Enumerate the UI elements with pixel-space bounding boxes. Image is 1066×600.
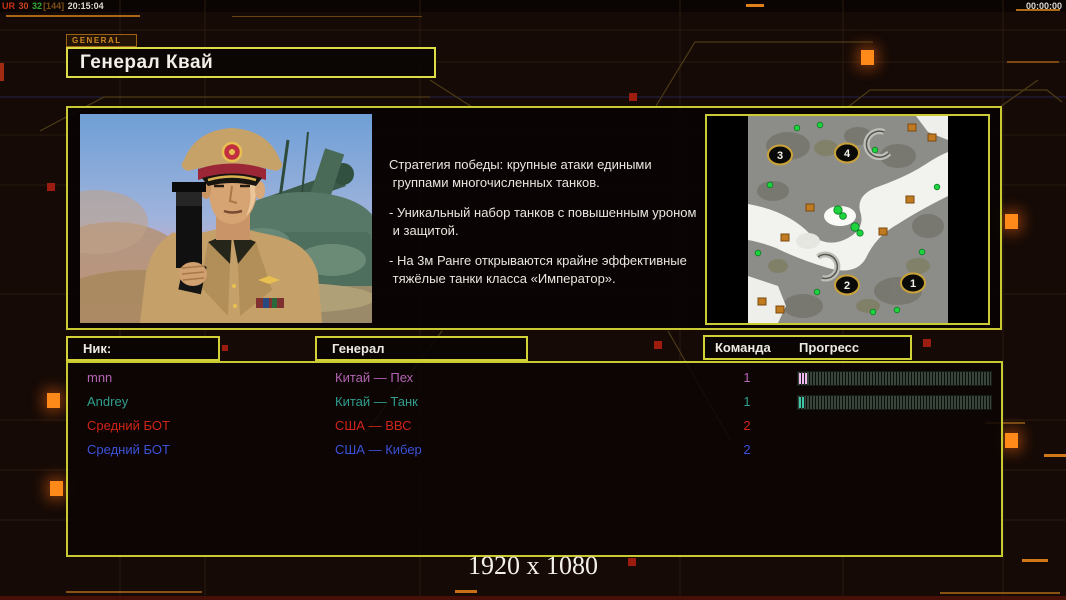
player-general: Китай — Танк xyxy=(335,394,418,409)
column-header-general: Генерал xyxy=(315,336,528,361)
progress-bar-fill xyxy=(799,373,807,384)
decor-dash xyxy=(66,591,202,593)
net-stat-1: 30 xyxy=(18,1,29,11)
decor-dash xyxy=(746,4,764,7)
resolution-label: 1920 x 1080 xyxy=(468,551,598,580)
player-nick: Средний БОТ xyxy=(87,442,170,457)
clock: 20:15:04 xyxy=(67,1,104,11)
general-title-box: Генерал Квай xyxy=(66,47,436,78)
player-general: США — Кибер xyxy=(335,442,422,457)
player-general: США — ВВС xyxy=(335,418,412,433)
minimap-image: 3 4 2 1 xyxy=(748,116,948,323)
player-team: 1 xyxy=(743,370,751,385)
players-panel: mnn Китай — Пех 1 Andrey Китай — Танк 1 … xyxy=(66,361,1003,557)
player-rows: mnn Китай — Пех 1 Andrey Китай — Танк 1 … xyxy=(68,366,1001,462)
progress-bar-fill xyxy=(799,397,805,408)
svg-text:3: 3 xyxy=(777,150,783,162)
player-row: Средний БОТ США — ВВС 2 xyxy=(68,414,1001,438)
decor-red-square xyxy=(222,345,228,351)
progress-bar xyxy=(797,395,992,410)
svg-text:1: 1 xyxy=(910,278,916,290)
strategy-description: Стратегия победы: крупные атаки едиными … xyxy=(389,156,711,300)
decor-red-square xyxy=(629,93,637,101)
decor-dash xyxy=(1044,454,1066,457)
svg-text:2: 2 xyxy=(844,280,850,292)
svg-text:4: 4 xyxy=(844,148,851,160)
column-header-team: Команда xyxy=(715,340,771,355)
player-row: Andrey Китай — Танк 1 xyxy=(68,390,1001,414)
net-stat-2: 32 xyxy=(32,1,43,11)
column-header-progress: Прогресс xyxy=(799,340,860,355)
net-stat-3: [144] xyxy=(43,1,65,11)
decor-red-square xyxy=(923,339,931,347)
match-timer: 00:00:00 xyxy=(1025,1,1062,11)
decor-orange-square xyxy=(861,50,874,65)
decor-dash xyxy=(6,15,140,17)
column-header-team-progress: Команда Прогресс xyxy=(703,335,912,360)
player-nick: mnn xyxy=(87,370,113,385)
strategy-paragraph: - Уникальный набор танков с повышенным у… xyxy=(389,205,697,238)
net-stat-ur: UR xyxy=(2,1,15,11)
decor-orange-square xyxy=(1005,214,1018,229)
decor-red-square xyxy=(47,183,55,191)
bottom-strip xyxy=(0,596,1066,600)
general-portrait xyxy=(80,114,372,323)
minimap-panel: 3 4 2 1 xyxy=(705,114,990,325)
decor-orange-square xyxy=(1005,433,1018,448)
player-nick: Andrey xyxy=(87,394,129,409)
general-name: Генерал Квай xyxy=(80,52,214,73)
strategy-paragraph: - На 3м Ранге открываются крайне эффекти… xyxy=(389,253,687,286)
loading-screen: UR 30 32[144] 20:15:04 00:00:00 GENERAL … xyxy=(0,0,1066,600)
decor-dash xyxy=(1007,61,1059,63)
decor-orange-square xyxy=(47,393,60,408)
decor-dash xyxy=(232,16,422,17)
decor-red-square xyxy=(654,341,662,349)
strategy-paragraph: Стратегия победы: крупные атаки едиными … xyxy=(389,157,652,190)
net-stats-readout: UR 30 32[144] 20:15:04 xyxy=(2,1,105,11)
player-row: Средний БОТ США — Кибер 2 xyxy=(68,438,1001,462)
player-team: 2 xyxy=(743,418,751,433)
decor-dash xyxy=(455,590,477,593)
progress-bar xyxy=(797,371,992,386)
player-general: Китай — Пех xyxy=(335,370,414,385)
decor-dash xyxy=(940,592,1060,594)
player-team: 1 xyxy=(743,394,751,409)
decor-red-tick xyxy=(0,63,4,81)
player-row: mnn Китай — Пех 1 xyxy=(68,366,1001,390)
column-header-nick: Ник: xyxy=(66,336,220,361)
player-nick: Средний БОТ xyxy=(87,418,170,433)
player-team: 2 xyxy=(743,442,751,457)
decor-orange-square xyxy=(50,481,63,496)
tab-general: GENERAL xyxy=(66,34,137,47)
